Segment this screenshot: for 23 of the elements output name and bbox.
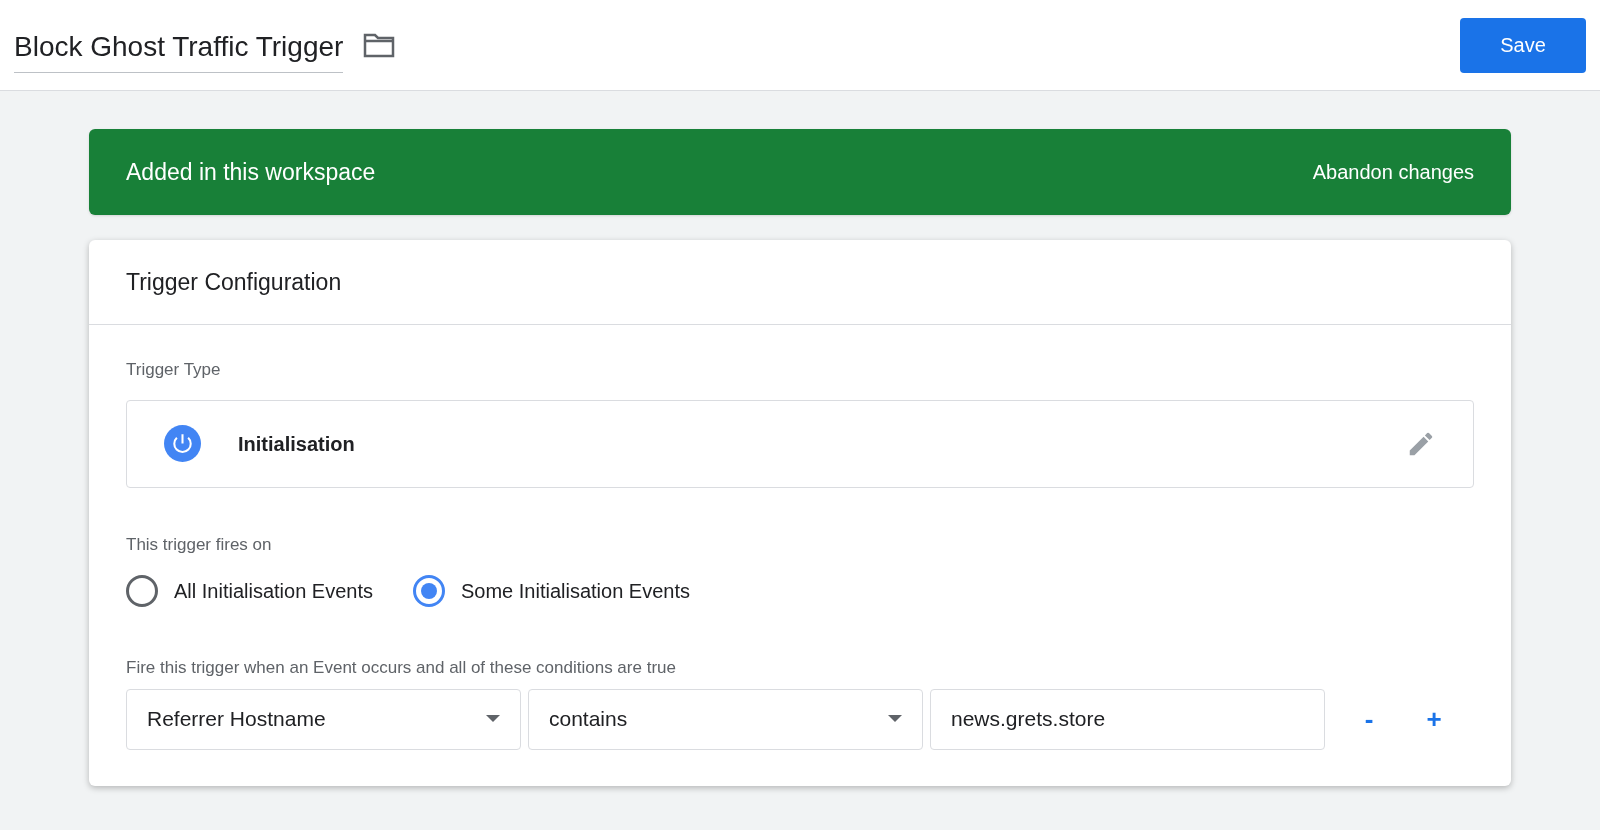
radio-label[interactable]: Some Initialisation Events (461, 576, 690, 606)
dropdown-caret-icon (486, 715, 500, 723)
remove-condition-button[interactable]: - (1354, 699, 1384, 739)
trigger-type-name: Initialisation (238, 431, 356, 457)
trigger-type-label: Trigger Type (126, 359, 222, 381)
radio-button[interactable] (126, 575, 158, 607)
power-icon (164, 425, 201, 462)
save-button[interactable]: Save (1460, 17, 1586, 73)
abandon-changes-button[interactable]: Abandon changes (1312, 157, 1474, 187)
card-title: Trigger Configuration (126, 267, 342, 297)
trigger-type-selector[interactable]: Initialisation (126, 399, 1474, 488)
trigger-name-field[interactable]: Block Ghost Traffic Trigger (14, 17, 344, 73)
value-input-field[interactable]: news.grets.store (930, 688, 1325, 750)
radio-label[interactable]: All Initialisation Events (174, 576, 373, 606)
conditions-label: Fire this trigger when an Event occurs and all of these conditions are true (126, 657, 677, 679)
folder-icon[interactable] (363, 32, 396, 58)
dropdown-caret-icon (888, 715, 902, 723)
radio-button[interactable] (413, 575, 445, 607)
variable-dropdown[interactable]: Referrer Hostname (126, 688, 521, 750)
operator-dropdown[interactable]: contains (528, 688, 923, 750)
fires-on-label: This trigger fires on (126, 533, 273, 556)
banner-text: Added in this workspace (126, 157, 376, 187)
add-condition-button[interactable]: + (1419, 699, 1449, 739)
